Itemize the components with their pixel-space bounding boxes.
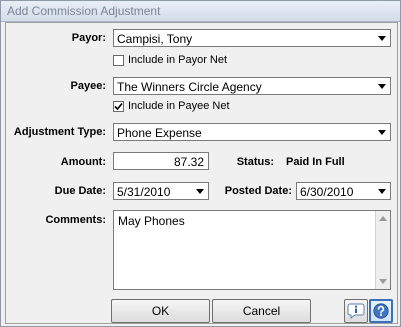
- adjustment-type-label: Adjustment Type:: [13, 126, 106, 138]
- checkmark-icon: [114, 102, 123, 110]
- adjustment-type-value: Phone Expense: [117, 126, 202, 140]
- status-label: Status:: [236, 156, 274, 168]
- payor-value: Campisi, Tony: [117, 32, 193, 46]
- comments-scrollbar[interactable]: [375, 211, 390, 289]
- include-payee-net-checkbox[interactable]: Include in Payee Net: [113, 100, 230, 112]
- comments-value: May Phones: [118, 214, 185, 228]
- include-payor-net-checkbox[interactable]: Include in Payor Net: [113, 54, 227, 66]
- status-value: Paid In Full: [286, 156, 345, 168]
- info-button[interactable]: [344, 299, 368, 323]
- payor-dropdown[interactable]: Campisi, Tony: [113, 29, 391, 47]
- posted-date-label: Posted Date:: [224, 185, 292, 197]
- chevron-down-icon[interactable]: [375, 125, 389, 139]
- chevron-down-icon[interactable]: [193, 184, 207, 198]
- comments-label: Comments:: [45, 214, 106, 226]
- adjustment-type-dropdown[interactable]: Phone Expense: [113, 123, 391, 141]
- amount-label: Amount:: [60, 156, 106, 168]
- dialog-window: Add Commission Adjustment Payor: Campisi…: [0, 0, 401, 327]
- checkbox-box[interactable]: [113, 54, 124, 66]
- due-date-value: 5/31/2010: [117, 185, 171, 199]
- chevron-down-icon[interactable]: [375, 31, 389, 45]
- title-bar: Add Commission Adjustment: [1, 1, 400, 22]
- scroll-down-icon[interactable]: [379, 279, 387, 284]
- posted-date-picker[interactable]: 6/30/2010: [296, 182, 391, 200]
- chevron-down-icon[interactable]: [375, 79, 389, 93]
- due-date-label: Due Date:: [54, 185, 106, 197]
- include-payee-net-label: Include in Payee Net: [128, 100, 230, 112]
- cancel-button[interactable]: Cancel: [212, 299, 311, 323]
- help-icon: [373, 303, 389, 319]
- amount-input[interactable]: 87.32: [113, 152, 209, 170]
- payor-label: Payor:: [71, 32, 106, 44]
- dialog-content: Payor: Campisi, Tony Include in Payor Ne…: [5, 22, 398, 324]
- posted-date-value: 6/30/2010: [300, 185, 354, 199]
- payee-label: Payee:: [70, 80, 106, 92]
- info-icon: [347, 303, 365, 319]
- window-title: Add Commission Adjustment: [7, 4, 161, 18]
- payee-dropdown[interactable]: The Winners Circle Agency: [113, 77, 391, 95]
- scroll-up-icon[interactable]: [379, 216, 387, 221]
- checkbox-box[interactable]: [113, 100, 124, 112]
- include-payor-net-label: Include in Payor Net: [128, 54, 228, 66]
- due-date-picker[interactable]: 5/31/2010: [113, 182, 209, 200]
- ok-button[interactable]: OK: [111, 299, 210, 323]
- payee-value: The Winners Circle Agency: [117, 80, 262, 94]
- comments-textarea[interactable]: May Phones: [113, 210, 391, 290]
- chevron-down-icon[interactable]: [375, 184, 389, 198]
- help-button[interactable]: [369, 299, 393, 323]
